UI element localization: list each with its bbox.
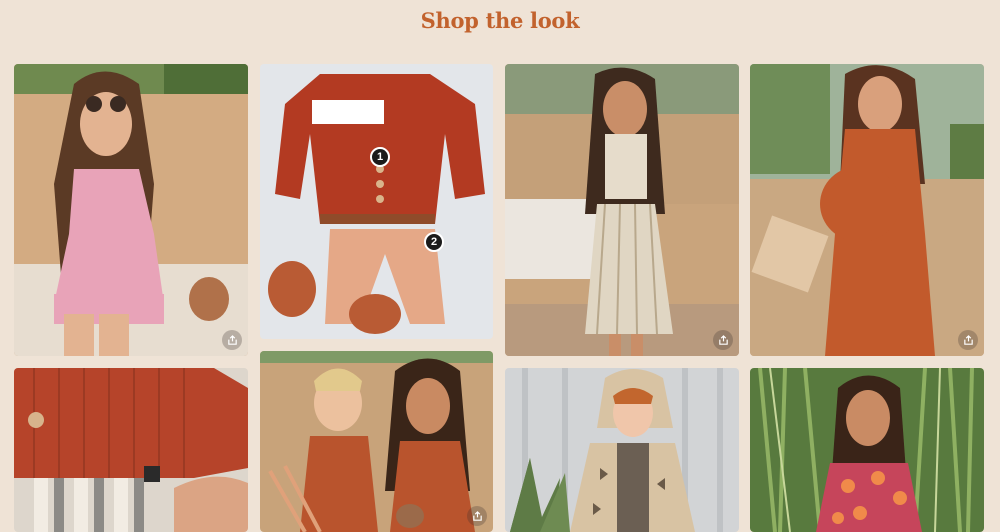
look-image-4 [750, 64, 984, 356]
section-title: Shop the look [420, 8, 580, 33]
look-tile-5[interactable] [14, 368, 248, 532]
look-image-8 [750, 368, 984, 532]
look-image-6 [260, 351, 493, 532]
look-tile-4[interactable] [750, 64, 984, 356]
share-button-3[interactable] [713, 330, 733, 350]
share-button-4[interactable] [958, 330, 978, 350]
share-icon [963, 334, 973, 345]
look-tile-8[interactable] [750, 368, 984, 532]
look-image-7 [505, 368, 739, 532]
look-tile-7[interactable] [505, 368, 739, 532]
look-image-5 [14, 368, 248, 532]
look-tile-6[interactable] [260, 351, 493, 532]
product-hotspot-1[interactable]: 1 [370, 147, 390, 167]
look-tile-3[interactable] [505, 64, 739, 356]
share-icon [718, 334, 728, 345]
look-gallery-grid: 1 2 [14, 64, 984, 532]
look-image-3 [505, 64, 739, 356]
look-image-1 [14, 64, 248, 356]
share-button-6[interactable] [467, 506, 487, 526]
share-icon [227, 334, 237, 345]
share-icon [472, 510, 482, 521]
look-tile-2[interactable]: 1 2 [260, 64, 493, 339]
product-hotspot-2[interactable]: 2 [424, 232, 444, 252]
look-image-2 [260, 64, 493, 339]
share-button-1[interactable] [222, 330, 242, 350]
look-tile-1[interactable] [14, 64, 248, 356]
